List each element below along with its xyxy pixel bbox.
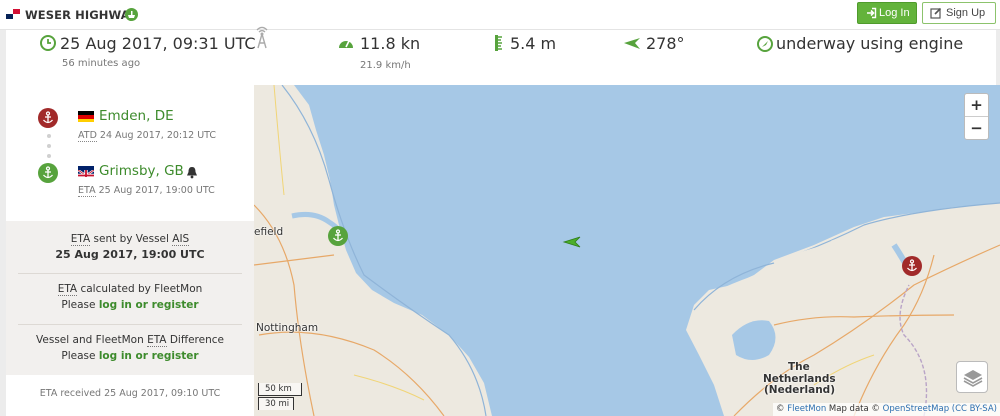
eta-received: ETA received 25 Aug 2017, 09:10 UTC [6, 375, 254, 416]
fleetmon-link[interactable]: FleetMon [787, 404, 826, 414]
voyage-ports: Emden, DE ATD 24 Aug 2017, 20:12 UTC Gri… [6, 85, 254, 221]
map-attribution: © FleetMon Map data © OpenStreetMap (CC … [773, 403, 1000, 416]
signup-button[interactable]: Sign Up [922, 2, 996, 24]
divider [18, 324, 242, 325]
time-ago: 56 minutes ago [62, 58, 141, 69]
voyage-panel: Emden, DE ATD 24 Aug 2017, 20:12 UTC Gri… [6, 85, 254, 416]
openstreetmap-link[interactable]: OpenStreetMap [883, 404, 949, 414]
map-label-sheffield: efield [254, 226, 284, 238]
eta-calculated-label: ETA calculated by FleetMon [57, 283, 203, 296]
emden-port-pin-icon[interactable] [902, 256, 922, 276]
england-landmass [254, 85, 492, 416]
login-button[interactable]: Log In [857, 2, 917, 24]
uk-flag-icon [78, 166, 94, 177]
clock-icon [40, 35, 56, 51]
navigation-status-icon [757, 36, 773, 52]
eta-abbr: ETA [78, 185, 96, 197]
vessel-page: WESER HIGHWAY Log In Sign Up 25 Aug 2017… [0, 0, 1000, 416]
eta-difference-login: Please log in or register [61, 350, 199, 362]
speed-kmh: 21.9 km/h [360, 60, 411, 71]
vessel-name: WESER HIGHWAY [25, 8, 138, 22]
edit-icon [930, 7, 942, 19]
draught-value: 5.4 m [510, 34, 557, 53]
login-register-link[interactable]: log in or register [99, 299, 199, 311]
layers-icon [963, 370, 983, 387]
grimsby-port-pin-icon[interactable] [328, 226, 348, 246]
vessel-marker-icon [562, 236, 581, 248]
map-label-nederland: (Nederland) [764, 384, 835, 396]
vessel-type-icon [125, 8, 138, 21]
login-icon [867, 7, 877, 19]
zoom-control: + − [964, 93, 989, 140]
arrival-port-link[interactable]: Grimsby, GB [99, 163, 184, 179]
speedometer-icon [339, 40, 353, 48]
top-bar: WESER HIGHWAY Log In Sign Up [0, 0, 1000, 30]
germany-flag-icon [78, 111, 94, 122]
arrival-anchor-icon [38, 163, 58, 183]
eta-sent-label: ETA sent by Vessel AIS [70, 233, 190, 246]
draught-icon [495, 35, 502, 51]
zoom-in-button[interactable]: + [965, 94, 988, 117]
signup-label: Sign Up [946, 7, 986, 19]
scale-mi: 30 mi [258, 397, 294, 410]
login-register-link[interactable]: log in or register [99, 350, 199, 362]
panama-flag-icon [6, 9, 20, 19]
layers-button[interactable] [956, 361, 988, 393]
map-scale: 50 km 30 mi [258, 383, 304, 413]
arrival-time: ETA 25 Aug 2017, 19:00 UTC [78, 185, 215, 197]
vessel-stats-bar: 25 Aug 2017, 09:31 UTC 56 minutes ago 11… [6, 26, 996, 85]
position-timestamp: 25 Aug 2017, 09:31 UTC [60, 34, 256, 53]
map-tiles [254, 85, 1000, 416]
atd-abbr: ATD [78, 130, 97, 142]
eta-details: ETA sent by Vessel AIS 25 Aug 2017, 19:0… [6, 221, 254, 375]
course-value: 278° [646, 34, 685, 53]
navigation-status: underway using engine [776, 34, 964, 53]
bell-icon[interactable] [186, 166, 198, 179]
license-link[interactable]: (CC BY-SA) [949, 404, 997, 414]
map-label-the: The [788, 361, 810, 373]
map-label-nottingham: Nottingham [256, 322, 319, 334]
course-arrow-icon [624, 38, 640, 49]
zoom-out-button[interactable]: − [965, 117, 988, 140]
eta-sent-value: 25 Aug 2017, 19:00 UTC [55, 248, 205, 261]
departure-time: ATD 24 Aug 2017, 20:12 UTC [78, 130, 217, 142]
login-label: Log In [879, 7, 910, 19]
departure-anchor-icon [38, 108, 58, 128]
eta-difference-label: Vessel and FleetMon ETA Difference [36, 334, 224, 347]
departure-port-link[interactable]: Emden, DE [99, 108, 174, 124]
speed-value: 11.8 kn [360, 34, 421, 53]
antenna-icon [256, 26, 268, 49]
eta-calculated-login: Please log in or register [61, 299, 199, 311]
vessel-map[interactable]: efield Nottingham The Netherlands (Neder… [254, 85, 1000, 416]
scale-km: 50 km [258, 383, 302, 396]
divider [18, 273, 242, 274]
